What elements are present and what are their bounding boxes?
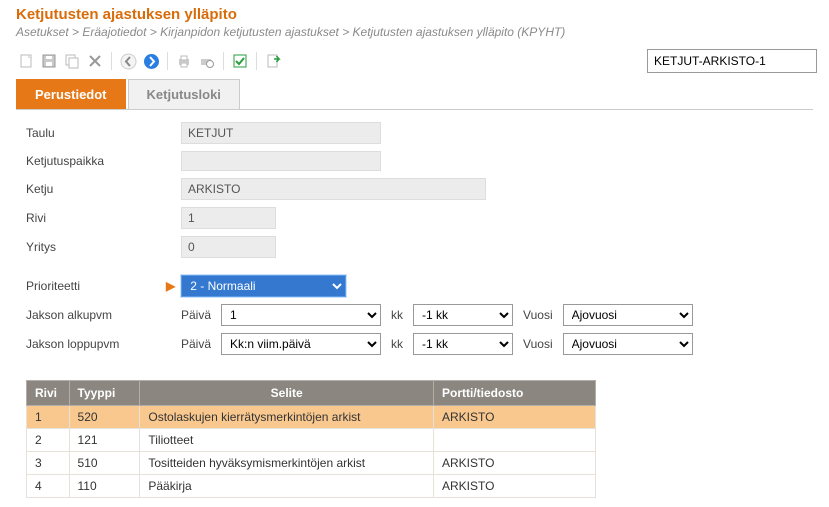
cell-tyyppi: 510: [69, 452, 140, 475]
label-alkupvm-vuosi: Vuosi: [523, 308, 553, 322]
cell-rivi: 3: [27, 452, 70, 475]
toolbar-separator: [167, 52, 168, 70]
toolbar: [0, 45, 829, 79]
save-icon[interactable]: [39, 51, 59, 71]
cell-selite: Ostolaskujen kierrätysmerkintöjen arkist: [140, 406, 434, 429]
label-taulu: Taulu: [26, 126, 181, 140]
field-ketjutuspaikka: [181, 151, 381, 171]
cell-portti: [433, 429, 595, 452]
new-icon[interactable]: [16, 51, 36, 71]
forward-icon[interactable]: [141, 51, 161, 71]
cell-selite: Tiliotteet: [140, 429, 434, 452]
label-loppupvm-vuosi: Vuosi: [523, 337, 553, 351]
select-alkupvm-vuosi[interactable]: Ajovuosi: [563, 304, 693, 326]
cell-rivi: 4: [27, 475, 70, 498]
label-alkupvm-kk: kk: [391, 308, 403, 322]
select-loppupvm-kk[interactable]: -1 kk: [413, 333, 513, 355]
label-loppupvm-paiva: Päivä: [181, 337, 211, 351]
tab-perustiedot[interactable]: Perustiedot: [16, 79, 126, 109]
back-icon[interactable]: [118, 51, 138, 71]
select-alkupvm-kk[interactable]: -1 kk: [413, 304, 513, 326]
cell-tyyppi: 110: [69, 475, 140, 498]
check-icon[interactable]: [230, 51, 250, 71]
toolbar-separator: [111, 52, 112, 70]
print-icon[interactable]: [174, 51, 194, 71]
toolbar-separator: [223, 52, 224, 70]
label-jakson-alkupvm: Jakson alkupvm: [26, 308, 181, 322]
field-ketju: ARKISTO: [181, 178, 486, 200]
cell-rivi: 2: [27, 429, 70, 452]
col-selite[interactable]: Selite: [140, 381, 434, 406]
label-ketjutuspaikka: Ketjutuspaikka: [26, 154, 181, 168]
tabstrip: Perustiedot Ketjutusloki: [16, 79, 813, 110]
chevron-right-icon: ▶: [166, 279, 175, 293]
cell-tyyppi: 121: [69, 429, 140, 452]
col-portti[interactable]: Portti/tiedosto: [433, 381, 595, 406]
label-ketju: Ketju: [26, 182, 181, 196]
table-row[interactable]: 2121Tiliotteet: [27, 429, 596, 452]
table-row[interactable]: 3510Tositteiden hyväksymismerkintöjen ar…: [27, 452, 596, 475]
field-taulu: KETJUT: [181, 122, 381, 144]
cell-selite: Pääkirja: [140, 475, 434, 498]
col-tyyppi[interactable]: Tyyppi: [69, 381, 140, 406]
grid-table: Rivi Tyyppi Selite Portti/tiedosto 1520O…: [26, 380, 596, 498]
cell-portti: ARKISTO: [433, 406, 595, 429]
table-row[interactable]: 1520Ostolaskujen kierrätysmerkintöjen ar…: [27, 406, 596, 429]
select-loppupvm-paiva[interactable]: Kk:n viim.päivä: [221, 333, 381, 355]
page-title: Ketjutusten ajastuksen ylläpito: [0, 0, 829, 25]
preview-icon[interactable]: [197, 51, 217, 71]
field-rivi: 1: [181, 207, 276, 229]
select-prioriteetti[interactable]: 2 - Normaali: [181, 275, 346, 297]
cell-selite: Tositteiden hyväksymismerkintöjen arkist: [140, 452, 434, 475]
cell-rivi: 1: [27, 406, 70, 429]
form-area: Taulu KETJUT Ketjutuspaikka Ketju ARKIST…: [0, 110, 829, 366]
cell-portti: ARKISTO: [433, 452, 595, 475]
export-icon[interactable]: [263, 51, 283, 71]
label-rivi: Rivi: [26, 211, 181, 225]
col-rivi[interactable]: Rivi: [27, 381, 70, 406]
table-row[interactable]: 4110PääkirjaARKISTO: [27, 475, 596, 498]
cell-portti: ARKISTO: [433, 475, 595, 498]
tab-ketjutusloki[interactable]: Ketjutusloki: [128, 79, 240, 109]
label-yritys: Yritys: [26, 240, 181, 254]
field-yritys: 0: [181, 236, 276, 258]
label-jakson-loppupvm: Jakson loppupvm: [26, 337, 181, 351]
label-prioriteetti: Prioriteetti: [26, 279, 166, 293]
select-loppupvm-vuosi[interactable]: Ajovuosi: [563, 333, 693, 355]
cell-tyyppi: 520: [69, 406, 140, 429]
toolbar-separator: [256, 52, 257, 70]
delete-icon[interactable]: [85, 51, 105, 71]
label-alkupvm-paiva: Päivä: [181, 308, 211, 322]
breadcrumb: Asetukset > Eräajotiedot > Kirjanpidon k…: [0, 25, 829, 45]
label-loppupvm-kk: kk: [391, 337, 403, 351]
select-alkupvm-paiva[interactable]: 1: [221, 304, 381, 326]
search-input[interactable]: [647, 49, 817, 73]
copy-icon[interactable]: [62, 51, 82, 71]
